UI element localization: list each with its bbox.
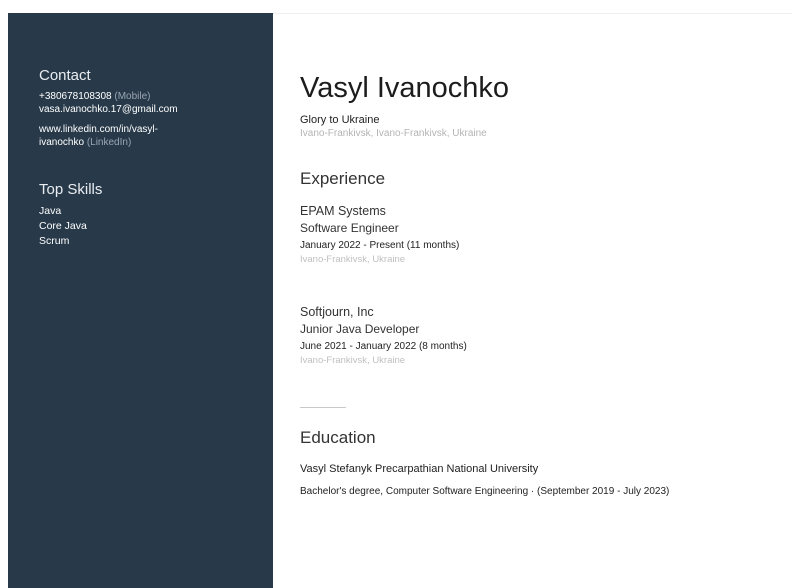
job-location: Ivano-Frankivsk, Ukraine <box>300 355 406 366</box>
job-dates: June 2021 - January 2022 (8 months) <box>300 341 467 352</box>
skill-item: Scrum <box>39 235 70 247</box>
top-border <box>273 13 792 14</box>
job-role: Software Engineer <box>300 221 399 235</box>
job-dates: January 2022 - Present (11 months) <box>300 240 460 251</box>
contact-phone: +380678108308 (Mobile) <box>39 90 264 103</box>
linkedin-type: (LinkedIn) <box>86 137 132 148</box>
job-location: Ivano-Frankivsk, Ukraine <box>300 254 406 265</box>
linkedin-url-line1[interactable]: www.linkedin.com/in/vasyl- <box>39 123 264 136</box>
education-degree: Bachelor's degree, Computer Software Eng… <box>300 486 670 497</box>
main-content: Vasyl Ivanochko Glory to Ukraine Ivano-F… <box>300 70 780 502</box>
skill-item: Core Java <box>39 220 87 232</box>
education-school: Vasyl Stefanyk Precarpathian National Un… <box>300 463 539 475</box>
education-title: Education <box>300 428 376 447</box>
linkedin-url-line2[interactable]: ivanochko (LinkedIn) <box>39 136 264 149</box>
job-company: Softjourn, Inc <box>300 305 374 319</box>
sidebar: Contact +380678108308 (Mobile) vasa.ivan… <box>8 13 273 588</box>
sidebar-content: Contact +380678108308 (Mobile) vasa.ivan… <box>39 67 264 249</box>
phone-number: +380678108308 <box>39 91 112 102</box>
job-entry: EPAM Systems Software Engineer January 2… <box>300 203 780 266</box>
section-divider <box>300 407 346 408</box>
job-entry: Softjourn, Inc Junior Java Developer Jun… <box>300 304 780 367</box>
phone-type: (Mobile) <box>114 91 151 102</box>
job-company: EPAM Systems <box>300 204 386 218</box>
top-skills-title: Top Skills <box>39 181 103 198</box>
job-role: Junior Java Developer <box>300 322 420 336</box>
profile-location: Ivano-Frankivsk, Ivano-Frankivsk, Ukrain… <box>300 128 487 139</box>
contact-email[interactable]: vasa.ivanochko.17@gmail.com <box>39 103 264 116</box>
contact-title: Contact <box>39 67 91 84</box>
profile-name: Vasyl Ivanochko <box>300 72 510 104</box>
experience-title: Experience <box>300 169 386 188</box>
linkedin-handle[interactable]: ivanochko <box>39 137 84 148</box>
skill-item: Java <box>39 205 62 217</box>
profile-headline: Glory to Ukraine <box>300 114 380 126</box>
